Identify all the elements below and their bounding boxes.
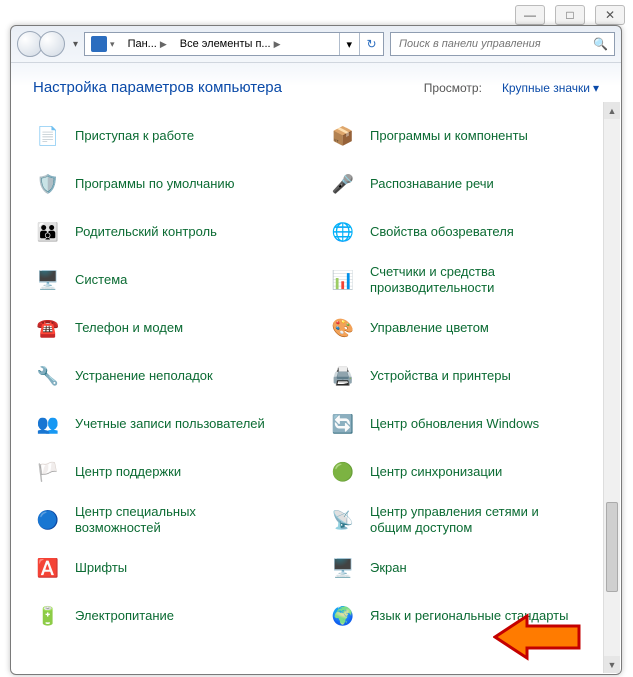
item-label: Распознавание речи	[370, 176, 494, 192]
item-label: Центр синхронизации	[370, 464, 502, 480]
control-panel-item[interactable]: 🌐 Свойства обозревателя	[322, 208, 609, 256]
content-area: 📄 Приступая к работе 📦 Программы и компонен…	[11, 102, 621, 650]
item-icon: 🖥️	[31, 263, 65, 297]
control-panel-item[interactable]: 🏳️ Центр поддержки	[27, 448, 314, 496]
history-dropdown-icon[interactable]: ▾	[73, 39, 78, 50]
control-panel-item[interactable]: 🟢 Центр синхронизации	[322, 448, 609, 496]
item-icon: 🔵	[31, 503, 65, 537]
item-icon: 🖨️	[326, 359, 360, 393]
item-label: Телефон и модем	[75, 320, 183, 336]
control-panel-item[interactable]: 🔧 Устранение неполадок	[27, 352, 314, 400]
item-icon: 🛡️	[31, 167, 65, 201]
item-icon: 📄	[31, 119, 65, 153]
item-label: Родительский контроль	[75, 224, 217, 240]
control-panel-item[interactable]: 📡 Центр управления сетями и общим доступо…	[322, 496, 609, 544]
control-panel-item[interactable]: 🔋 Электропитание	[27, 592, 314, 640]
item-icon: 🎨	[326, 311, 360, 345]
item-label: Центр управления сетями и общим доступом	[370, 504, 570, 537]
page-title: Настройка параметров компьютера	[33, 79, 404, 96]
item-icon: 🟢	[326, 455, 360, 489]
item-label: Система	[75, 272, 127, 288]
item-label: Центр поддержки	[75, 464, 181, 480]
item-icon: 📊	[326, 263, 360, 297]
control-panel-window: ▾ ▾ Пан...▶ Все элементы п...▶ ▾ ↻ 🔍 Нас…	[10, 25, 622, 675]
control-panel-item[interactable]: 🖨️ Устройства и принтеры	[322, 352, 609, 400]
scroll-down-button[interactable]: ▼	[604, 656, 620, 673]
control-panel-item[interactable]: 🎤 Распознавание речи	[322, 160, 609, 208]
control-panel-item[interactable]: 🖥️ Экран	[322, 544, 609, 592]
search-box[interactable]: 🔍	[390, 32, 615, 56]
chevron-down-icon: ▾	[593, 81, 599, 95]
item-icon: 👥	[31, 407, 65, 441]
item-icon: 🖥️	[326, 551, 360, 585]
control-panel-item[interactable]: 🔄 Центр обновления Windows	[322, 400, 609, 448]
item-icon: 🔋	[31, 599, 65, 633]
item-label: Шрифты	[75, 560, 127, 576]
control-panel-item[interactable]: 🖥️ Система	[27, 256, 314, 304]
control-panel-icon	[91, 36, 107, 52]
item-icon: ☎️	[31, 311, 65, 345]
item-icon: 🏳️	[31, 455, 65, 489]
item-icon: 🌍	[326, 599, 360, 633]
scroll-up-button[interactable]: ▲	[604, 102, 620, 119]
breadcrumb-seg-2[interactable]: Все элементы п...▶	[174, 33, 288, 55]
item-label: Центр специальных возможностей	[75, 504, 275, 537]
control-panel-item[interactable]: 👪 Родительский контроль	[27, 208, 314, 256]
item-label: Свойства обозревателя	[370, 224, 514, 240]
item-label: Язык и региональные стандарты	[370, 608, 568, 624]
address-bar[interactable]: ▾ Пан...▶ Все элементы п...▶ ▾ ↻	[84, 32, 384, 56]
control-panel-item[interactable]: 🔵 Центр специальных возможностей	[27, 496, 314, 544]
view-selector[interactable]: Крупные значки▾	[502, 81, 599, 95]
control-panel-item[interactable]: 👥 Учетные записи пользователей	[27, 400, 314, 448]
control-panel-item[interactable]: ☎️ Телефон и модем	[27, 304, 314, 352]
vertical-scrollbar[interactable]: ▲ ▼	[603, 102, 620, 673]
item-label: Центр обновления Windows	[370, 416, 539, 432]
item-icon: 👪	[31, 215, 65, 249]
navigation-bar: ▾ ▾ Пан...▶ Все элементы п...▶ ▾ ↻ 🔍	[11, 26, 621, 62]
view-label: Просмотр:	[424, 81, 482, 95]
item-label: Устройства и принтеры	[370, 368, 511, 384]
minimize-button[interactable]: —	[515, 5, 545, 25]
control-panel-item[interactable]: 📦 Программы и компоненты	[322, 112, 609, 160]
control-panel-item[interactable]: 📊 Счетчики и средства производительности	[322, 256, 609, 304]
item-label: Управление цветом	[370, 320, 489, 336]
refresh-button[interactable]: ↻	[359, 33, 383, 55]
item-label: Экран	[370, 560, 407, 576]
item-label: Электропитание	[75, 608, 174, 624]
item-icon: 🅰️	[31, 551, 65, 585]
item-icon: 🎤	[326, 167, 360, 201]
forward-button[interactable]	[39, 31, 65, 57]
item-icon: 🔄	[326, 407, 360, 441]
search-input[interactable]	[397, 37, 593, 51]
item-icon: 🔧	[31, 359, 65, 393]
close-button[interactable]: ✕	[595, 5, 625, 25]
control-panel-item[interactable]: 🌍 Язык и региональные стандарты	[322, 592, 609, 640]
breadcrumb-seg-1[interactable]: Пан...▶	[122, 33, 174, 55]
header: Настройка параметров компьютера Просмотр…	[11, 62, 621, 102]
control-panel-item[interactable]: 🅰️ Шрифты	[27, 544, 314, 592]
item-label: Устранение неполадок	[75, 368, 213, 384]
item-label: Учетные записи пользователей	[75, 416, 265, 432]
item-label: Приступая к работе	[75, 128, 194, 144]
nav-history	[17, 31, 65, 57]
window-title-controls: — □ ✕	[515, 5, 625, 25]
item-icon: 📦	[326, 119, 360, 153]
control-panel-item[interactable]: 🎨 Управление цветом	[322, 304, 609, 352]
scroll-thumb[interactable]	[606, 502, 618, 592]
control-panel-item[interactable]: 📄 Приступая к работе	[27, 112, 314, 160]
item-label: Программы по умолчанию	[75, 176, 234, 192]
control-panel-item[interactable]: 🛡️ Программы по умолчанию	[27, 160, 314, 208]
search-icon: 🔍	[593, 37, 608, 51]
item-label: Счетчики и средства производительности	[370, 264, 570, 297]
item-icon: 🌐	[326, 215, 360, 249]
item-label: Программы и компоненты	[370, 128, 528, 144]
item-icon: 📡	[326, 503, 360, 537]
maximize-button[interactable]: □	[555, 5, 585, 25]
